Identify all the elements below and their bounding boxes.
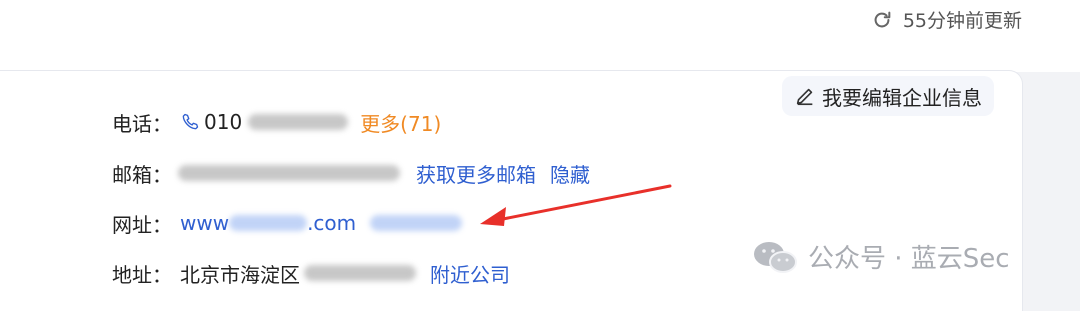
refresh-info[interactable]: 55分钟前更新 — [871, 6, 1022, 33]
refresh-icon — [874, 11, 891, 27]
wechat-icon — [754, 241, 797, 273]
website-extra-link-redacted[interactable] — [370, 215, 463, 231]
refresh-text: 55分钟前更新 — [902, 10, 1022, 32]
email-redacted — [178, 165, 400, 181]
address-row: 地址： 北京市海淀区 附近公司 — [112, 258, 510, 288]
address-detail-redacted — [304, 265, 416, 281]
phone-number-redacted — [248, 114, 349, 130]
phone-row: 电话： 010 更多(71) — [112, 107, 441, 137]
phone-number-prefix: 010 — [204, 110, 243, 134]
email-label: 邮箱： — [112, 162, 172, 187]
wechat-watermark: 公众号 · 蓝云Sec — [752, 238, 1010, 275]
website-label: 网址： — [112, 212, 172, 237]
website-domain-redacted — [229, 215, 308, 231]
watermark-text: 公众号 · 蓝云Sec — [808, 244, 1010, 274]
website-prefix[interactable]: www — [180, 211, 229, 235]
edit-company-info-button[interactable]: 我要编辑企业信息 — [782, 76, 994, 116]
annotation-arrow — [480, 184, 672, 226]
edit-button-label: 我要编辑企业信息 — [822, 85, 982, 110]
website-suffix[interactable]: .com — [307, 211, 356, 235]
nearby-companies-link[interactable]: 附近公司 — [430, 259, 510, 288]
address-value: 北京市海淀区 — [180, 262, 300, 287]
phone-more-link[interactable]: 更多(71) — [360, 108, 441, 137]
phone-icon — [182, 113, 199, 130]
phone-label: 电话： — [112, 111, 172, 136]
website-row: 网址： www .com — [112, 208, 463, 238]
address-label: 地址： — [112, 262, 172, 287]
pencil-icon — [796, 88, 813, 106]
